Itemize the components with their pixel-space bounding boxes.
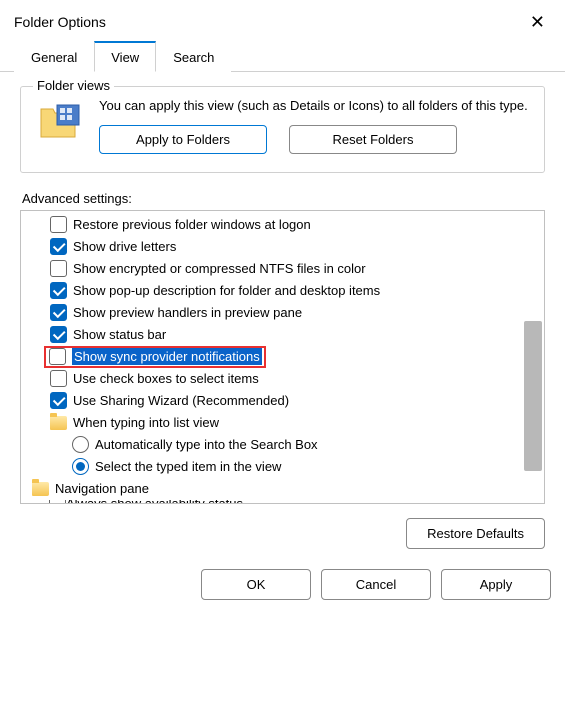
folder-icon — [50, 416, 67, 430]
opt-select-typed[interactable]: Select the typed item in the view — [27, 456, 544, 478]
tab-view[interactable]: View — [94, 41, 156, 72]
checkbox-icon[interactable] — [50, 238, 67, 255]
cancel-button[interactable]: Cancel — [321, 569, 431, 600]
folder-views-text: You can apply this view (such as Details… — [99, 97, 528, 115]
checkbox-icon[interactable] — [50, 260, 67, 277]
folder-icon — [32, 482, 49, 496]
dialog-footer: OK Cancel Apply — [0, 559, 565, 614]
checkbox-icon[interactable] — [50, 326, 67, 343]
advanced-settings-list[interactable]: Restore previous folder windows at logon… — [20, 210, 545, 504]
checkbox-icon[interactable] — [50, 392, 67, 409]
opt-restore-previous[interactable]: Restore previous folder windows at logon — [27, 214, 544, 236]
folder-views-group: Folder views You can apply this view (su… — [20, 86, 545, 173]
radio-icon[interactable] — [72, 458, 89, 475]
opt-show-preview[interactable]: Show preview handlers in preview pane — [27, 302, 544, 324]
opt-show-status[interactable]: Show status bar — [27, 324, 544, 346]
apply-button[interactable]: Apply — [441, 569, 551, 600]
checkbox-icon[interactable] — [50, 370, 67, 387]
checkbox-icon[interactable] — [50, 282, 67, 299]
opt-use-checkboxes[interactable]: Use check boxes to select items — [27, 368, 544, 390]
radio-icon[interactable] — [72, 436, 89, 453]
opt-auto-type-search[interactable]: Automatically type into the Search Box — [27, 434, 544, 456]
tabstrip: General View Search — [0, 40, 565, 72]
reset-folders-button[interactable]: Reset Folders — [289, 125, 457, 154]
checkbox-icon[interactable] — [50, 216, 67, 233]
tab-search[interactable]: Search — [156, 41, 231, 72]
scrollbar-thumb[interactable] — [524, 321, 542, 471]
opt-show-encrypted[interactable]: Show encrypted or compressed NTFS files … — [27, 258, 544, 280]
close-icon[interactable]: ✕ — [522, 12, 553, 33]
apply-to-folders-button[interactable]: Apply to Folders — [99, 125, 267, 154]
ok-button[interactable]: OK — [201, 569, 311, 600]
checkbox-icon[interactable] — [49, 348, 66, 365]
checkbox-icon[interactable] — [50, 304, 67, 321]
folder-views-icon — [37, 97, 85, 154]
advanced-settings-label: Advanced settings: — [22, 191, 545, 206]
titlebar: Folder Options ✕ — [0, 0, 565, 40]
opt-show-drive-letters[interactable]: Show drive letters — [27, 236, 544, 258]
restore-defaults-button[interactable]: Restore Defaults — [406, 518, 545, 549]
tab-general[interactable]: General — [14, 41, 94, 72]
group-when-typing[interactable]: When typing into list view — [27, 412, 544, 434]
group-navigation-pane[interactable]: Navigation pane — [27, 478, 544, 500]
window-title: Folder Options — [14, 14, 106, 30]
opt-show-popup[interactable]: Show pop-up description for folder and d… — [27, 280, 544, 302]
folder-views-legend: Folder views — [33, 78, 114, 93]
opt-show-sync-highlighted[interactable]: Show sync provider notifications — [27, 346, 544, 368]
tab-content-view: Folder views You can apply this view (su… — [0, 72, 565, 559]
checkbox-icon[interactable] — [49, 500, 66, 504]
opt-use-sharing-wizard[interactable]: Use Sharing Wizard (Recommended) — [27, 390, 544, 412]
opt-always-show-availability[interactable]: Always show availability status — [27, 500, 544, 504]
